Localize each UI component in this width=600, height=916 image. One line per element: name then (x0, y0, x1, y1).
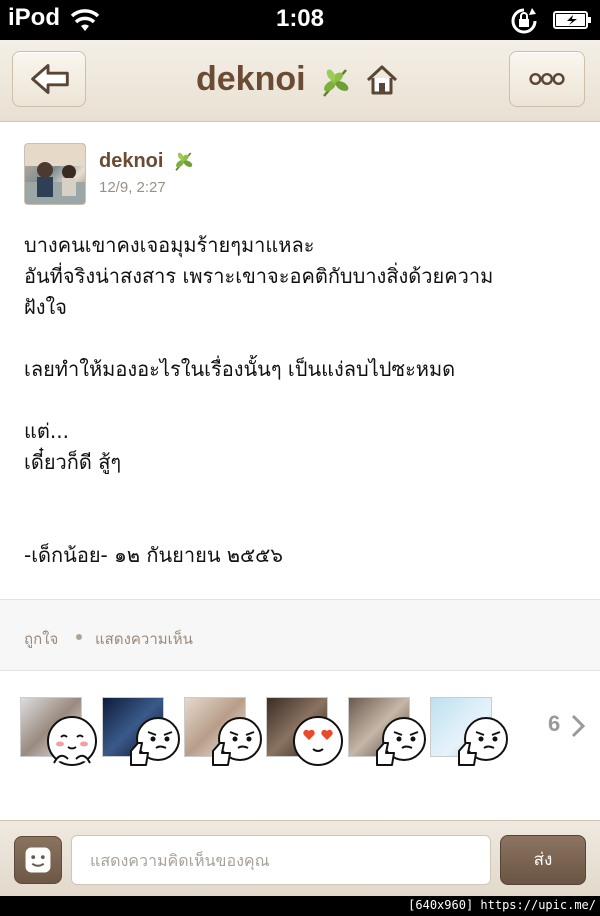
post-line (24, 478, 584, 509)
author-name[interactable]: deknoi (99, 150, 163, 173)
battery-charging-icon (553, 11, 591, 29)
post-body: บางคนเขาคงเจอมุมร้ายๆมาแหละ อันที่จริงน่… (24, 230, 584, 571)
post-line: แต่... (24, 419, 69, 443)
status-bar: iPod 1:08 (0, 0, 600, 40)
likes-row[interactable]: 6 (0, 671, 600, 820)
leaf-icon (175, 152, 193, 171)
post-line: บางคนเขาคงเจอมุมร้ายๆมาแหละ (24, 233, 315, 257)
post-line: ฝังใจ (24, 295, 67, 319)
post-line: -เด็กน้อย- ๑๒ กันยายน ๒๕๕๖ (24, 543, 283, 567)
shy-face-sticker (47, 716, 97, 766)
post-content: deknoi 12/9, 2:27 บางคนเขาคงเจอมุมร้ายๆม… (0, 122, 600, 820)
home-icon[interactable] (365, 64, 399, 96)
page-title: deknoi (196, 60, 306, 98)
thumbs-up-sticker (458, 717, 508, 766)
more-dots-icon (529, 72, 565, 86)
separator-dot (76, 634, 82, 640)
footer-strip: [640x960] https://upic.me/ (0, 896, 600, 916)
back-button[interactable] (12, 51, 86, 107)
post-line (24, 385, 584, 416)
author-avatar[interactable] (24, 143, 86, 205)
thumbs-up-sticker (376, 717, 426, 766)
send-button[interactable]: ส่ง (500, 835, 586, 885)
watermark: [640x960] https://upic.me/ (408, 898, 596, 912)
more-button[interactable] (509, 51, 585, 107)
back-arrow-icon (31, 64, 69, 94)
likes-count[interactable]: 6 (548, 711, 560, 737)
post-line (24, 323, 584, 354)
post-timestamp: 12/9, 2:27 (99, 179, 166, 196)
chevron-right-icon[interactable] (570, 713, 586, 739)
smiley-icon (25, 847, 51, 873)
rotation-lock-icon (511, 8, 537, 34)
comment-bar: ส่ง (0, 820, 600, 896)
emoji-button[interactable] (14, 836, 62, 884)
comment-input[interactable] (71, 835, 491, 885)
thumbs-up-sticker (212, 717, 262, 766)
thumbs-up-sticker (130, 717, 180, 766)
action-bar: ถูกใจ แสดงความเห็น (0, 599, 600, 671)
comment-link[interactable]: แสดงความเห็น (95, 627, 193, 651)
like-link[interactable]: ถูกใจ (24, 627, 58, 651)
post-line: เลยทำให้มองอะไรในเรื่องนั้นๆ เป็นแง่ลบไป… (24, 357, 456, 381)
leaf-icon (323, 69, 349, 97)
nav-bar: deknoi (0, 40, 600, 122)
post-line (24, 509, 584, 540)
heart-eyes-sticker (293, 716, 343, 766)
post-line: เดี๋ยวก็ดี สู้ๆ (24, 450, 122, 474)
post-line: อันที่จริงน่าสงสาร เพราะเขาจะอคติกับบางส… (24, 264, 494, 288)
avatar-photo (25, 144, 85, 204)
